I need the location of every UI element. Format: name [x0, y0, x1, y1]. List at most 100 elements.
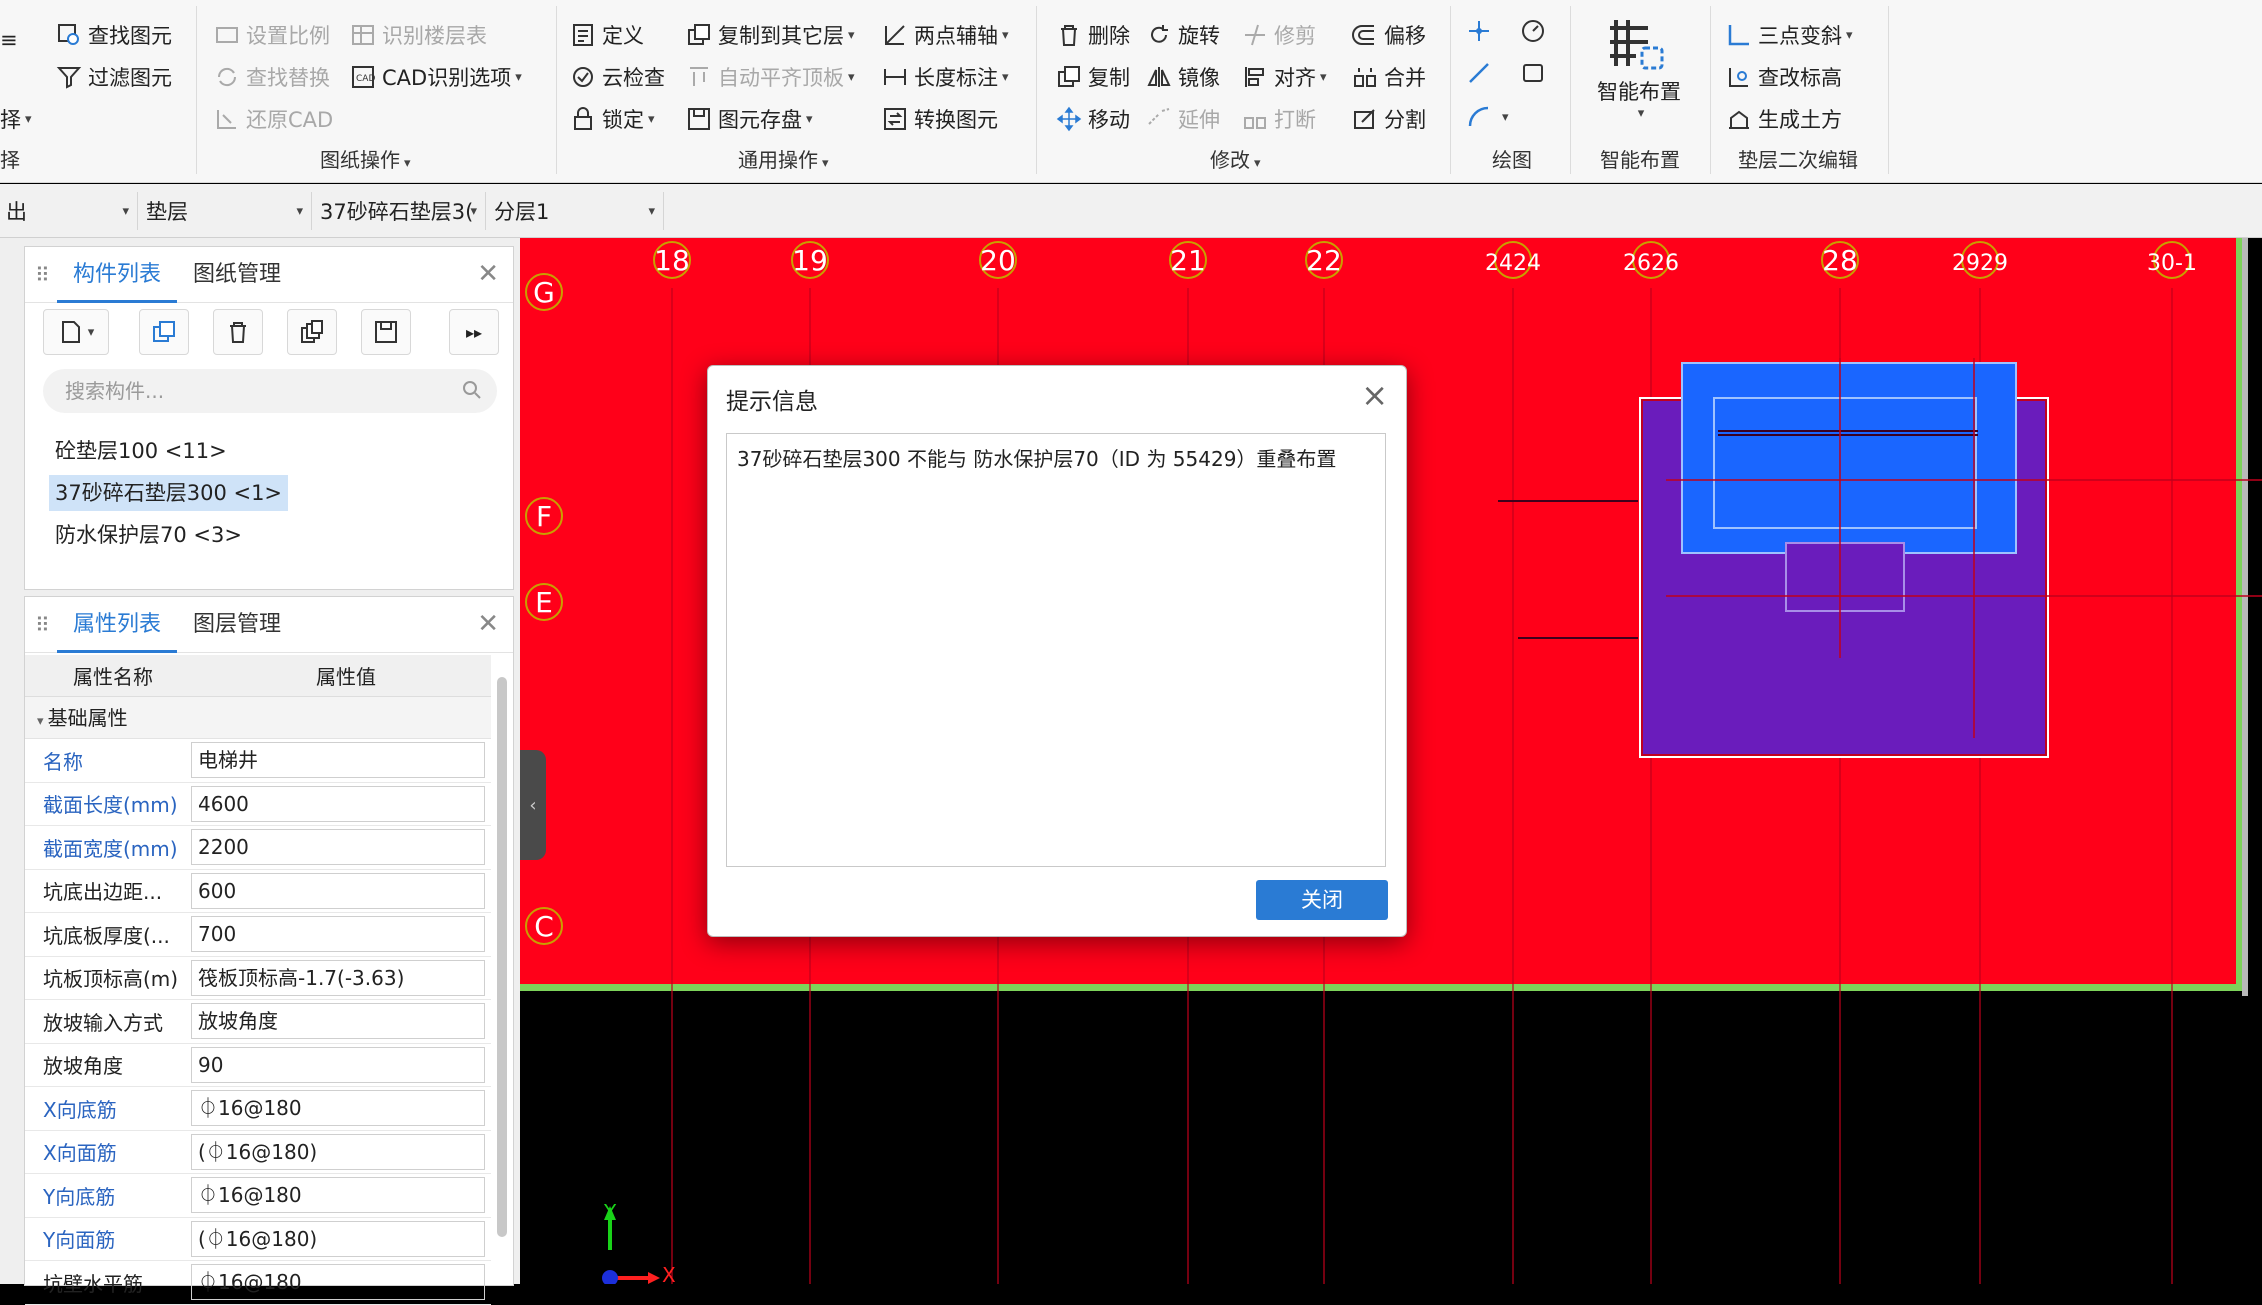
restore-cad-button[interactable]: 还原CAD	[214, 104, 333, 134]
property-value-input[interactable]: 90	[191, 1046, 485, 1083]
generate-earthwork-button[interactable]: 生成土方	[1726, 104, 1842, 134]
axis-label: 20	[980, 244, 1016, 277]
component-name-combo[interactable]: 37砂碎石垫层3(▾	[314, 192, 486, 230]
tab-property-list[interactable]: 属性列表	[57, 597, 178, 653]
point-icon[interactable]	[1466, 18, 1492, 44]
ribbon-select-button[interactable]: 择 ▾	[0, 104, 32, 134]
property-value-input[interactable]: 600	[191, 872, 485, 909]
property-value-input[interactable]: 电梯井	[191, 742, 485, 779]
layer-copy-button[interactable]	[287, 309, 337, 355]
tab-component-list[interactable]: 构件列表	[57, 247, 178, 303]
delete-button[interactable]: 删除	[1056, 20, 1130, 50]
element-save-button[interactable]: 图元存盘 ▾	[686, 104, 813, 134]
close-icon[interactable]: ×	[1361, 376, 1388, 414]
ucs-x-label: X	[662, 1263, 676, 1284]
check-elevation-button[interactable]: 查改标高	[1726, 62, 1842, 92]
break-button[interactable]: 打断	[1242, 104, 1316, 134]
list-item[interactable]: 防水保护层70 <3>	[49, 517, 248, 553]
tab-drawing-management[interactable]: 图纸管理	[177, 247, 297, 303]
offset-icon	[1352, 25, 1374, 45]
line-icon[interactable]	[1466, 60, 1492, 86]
trash-icon	[230, 322, 246, 343]
property-value-input[interactable]: 筏板顶标高-1.7(-3.63)	[191, 959, 485, 996]
drag-grip-icon[interactable]: ⠿	[35, 613, 57, 637]
find-element-button[interactable]: 查找图元	[56, 20, 172, 50]
gauge-icon[interactable]	[1520, 18, 1546, 44]
cad-identify-options-button[interactable]: CAD CAD识别选项 ▾	[350, 62, 522, 92]
more-button[interactable]: ▸▸	[449, 309, 499, 355]
combo-partial[interactable]: 出 ▾	[0, 192, 138, 230]
scrollbar[interactable]	[497, 677, 507, 1237]
pit-sump[interactable]	[1785, 542, 1905, 612]
ribbon-group-label: 图纸操作 ▾	[320, 148, 411, 172]
axis-label: 22	[1306, 244, 1342, 277]
layer-copy-icon	[301, 320, 323, 343]
close-icon[interactable]: ✕	[477, 609, 499, 639]
ribbon-group-find: 查找图元 过滤图元	[50, 0, 190, 183]
property-group-basic[interactable]: ▾ 基础属性	[25, 697, 491, 739]
component-search-input[interactable]: 搜索构件...	[43, 369, 497, 413]
property-value-input[interactable]: (⏀16@180)	[191, 1133, 485, 1170]
close-icon[interactable]: ✕	[477, 259, 499, 289]
define-icon	[573, 24, 593, 46]
copy-component-button[interactable]	[139, 309, 189, 355]
delete-component-button[interactable]	[213, 309, 263, 355]
property-name: 放坡角度	[43, 1054, 123, 1079]
property-value-input[interactable]: 2200	[191, 829, 485, 866]
property-value-input[interactable]: 放坡角度	[191, 1003, 485, 1040]
axis-label: 2929	[1952, 251, 2008, 276]
drag-grip-icon[interactable]: ⠿	[35, 263, 57, 287]
rectangle-icon[interactable]	[1520, 60, 1546, 86]
property-name: X向面筋	[43, 1141, 117, 1166]
property-value-input[interactable]: (⏀16@180)	[191, 1220, 485, 1257]
ribbon-group-modify: 删除 旋转 修剪 偏移 复制 镜像 对齐 ▾ 合并 移动 延伸 打断 分割 修改…	[1040, 0, 1440, 183]
collapse-handle[interactable]: ‹	[520, 750, 546, 860]
property-value-input[interactable]: ⏀16@180	[191, 1177, 485, 1214]
set-scale-button[interactable]: 设置比例	[214, 20, 330, 50]
extend-button[interactable]: 延伸	[1146, 104, 1220, 134]
three-point-slope-button[interactable]: 三点变斜 ▾	[1726, 20, 1853, 50]
smart-placement-button[interactable]: 智能布置 ▾	[1584, 14, 1694, 121]
auto-align-top-button[interactable]: 自动平齐顶板 ▾	[686, 62, 855, 92]
align-button[interactable]: 对齐 ▾	[1242, 62, 1327, 92]
property-value-input[interactable]: ⏀16@180	[191, 1090, 485, 1127]
trim-button[interactable]: 修剪	[1242, 20, 1316, 50]
new-component-button[interactable]: ▾	[43, 309, 109, 355]
define-button[interactable]: 定义	[570, 20, 644, 50]
move-button[interactable]: 移动	[1056, 104, 1130, 134]
property-value-input[interactable]: 4600	[191, 785, 485, 822]
dimension-icon	[884, 69, 906, 85]
filter-element-button[interactable]: 过滤图元	[56, 62, 172, 92]
two-point-aux-axis-button[interactable]: 两点辅轴 ▾	[882, 20, 1009, 50]
component-type-combo[interactable]: 垫层 ▾	[140, 192, 312, 230]
offset-button[interactable]: 偏移	[1352, 20, 1426, 50]
property-value-input[interactable]: 700	[191, 916, 485, 953]
copy-to-other-floor-button[interactable]: 复制到其它层 ▾	[686, 20, 855, 50]
lock-button[interactable]: 锁定 ▾	[570, 104, 655, 134]
axis-label: F	[536, 500, 552, 533]
close-button[interactable]: 关闭	[1256, 880, 1388, 920]
layer-combo[interactable]: 分层1 ▾	[488, 192, 664, 230]
property-name: 截面长度(mm)	[43, 793, 178, 818]
ribbon: ≡ 择 ▾ 择 查找图元 过滤图元 设置比例 识别楼层表 查找替换 CAD CA…	[0, 0, 2262, 183]
property-value-input[interactable]: ⏀16@180	[191, 1264, 485, 1301]
find-replace-button[interactable]: 查找替换	[214, 62, 330, 92]
convert-element-button[interactable]: 转换图元	[882, 104, 998, 134]
copy-button[interactable]: 复制	[1056, 62, 1130, 92]
header-property-name: 属性名称	[73, 665, 153, 689]
property-row: Y向底筋 ⏀16@180	[25, 1174, 491, 1218]
identify-floor-table-button[interactable]: 识别楼层表	[350, 20, 487, 50]
length-dimension-button[interactable]: 长度标注 ▾	[882, 62, 1009, 92]
merge-button[interactable]: 合并	[1352, 62, 1426, 92]
ribbon-group-select: ≡ 择 ▾ 择	[0, 0, 40, 183]
ribbon-select-cut[interactable]: ≡	[0, 28, 18, 52]
mirror-button[interactable]: 镜像	[1146, 62, 1220, 92]
arc-button[interactable]: ▾	[1466, 104, 1509, 130]
cloud-check-button[interactable]: 云检查	[570, 62, 665, 92]
split-button[interactable]: 分割	[1352, 104, 1426, 134]
tab-layer-management[interactable]: 图层管理	[177, 597, 297, 653]
list-item[interactable]: 砼垫层100 <11>	[49, 433, 233, 469]
save-component-button[interactable]	[361, 309, 411, 355]
list-item-selected[interactable]: 37砂碎石垫层300 <1>	[49, 475, 289, 511]
rotate-button[interactable]: 旋转	[1146, 20, 1220, 50]
